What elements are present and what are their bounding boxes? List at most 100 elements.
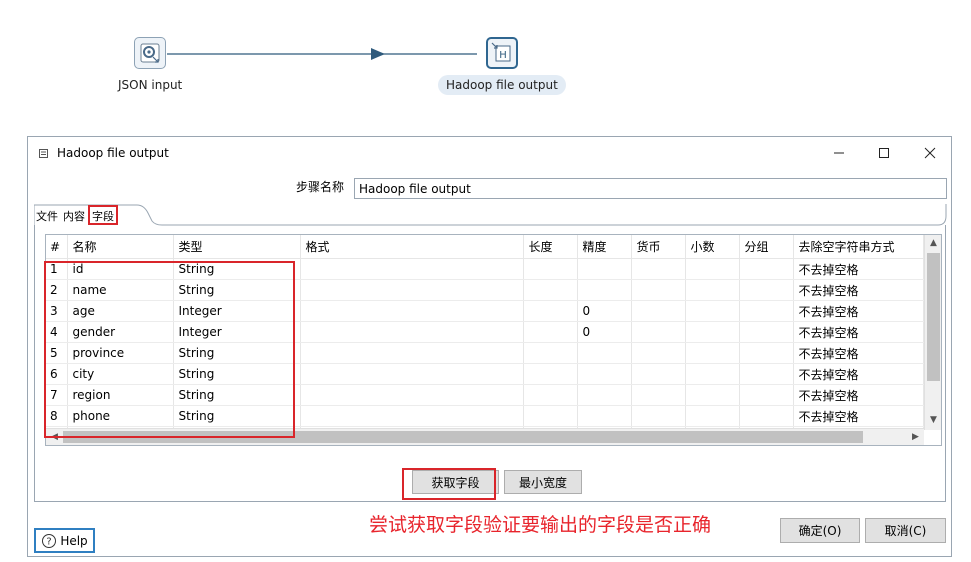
cell-name[interactable]: province	[67, 342, 174, 364]
cell-group[interactable]	[739, 258, 794, 280]
cell-index[interactable]: 6	[46, 363, 68, 385]
cell-decimal[interactable]	[685, 384, 740, 406]
table-row[interactable]: 6 city String 不去掉空格	[46, 363, 924, 385]
cell-type[interactable]: String	[173, 258, 301, 280]
cell-group[interactable]	[739, 300, 794, 322]
vertical-scroll-thumb[interactable]	[927, 253, 940, 381]
cancel-button[interactable]: 取消(C)	[865, 518, 946, 543]
ok-button[interactable]: 确定(O)	[780, 518, 860, 543]
table-row[interactable]: 2 name String 不去掉空格	[46, 279, 924, 301]
scroll-right-icon[interactable]: ▶	[907, 432, 924, 442]
cell-trim-type[interactable]: 不去掉空格	[793, 258, 924, 280]
cell-name[interactable]: phone	[67, 405, 174, 427]
table-row[interactable]: 3 age Integer 0 不去掉空格	[46, 300, 924, 322]
scroll-up-icon[interactable]: ▲	[925, 238, 941, 248]
column-header-precision[interactable]: 精度	[577, 235, 632, 259]
cell-precision[interactable]	[577, 258, 632, 280]
table-row[interactable]: 8 phone String 不去掉空格	[46, 405, 924, 427]
cell-index[interactable]: 5	[46, 342, 68, 364]
column-header-name[interactable]: 名称	[67, 235, 174, 259]
cell-length[interactable]	[523, 321, 578, 343]
cell-length[interactable]	[523, 405, 578, 427]
column-header-group[interactable]: 分组	[739, 235, 794, 259]
table-row[interactable]: 5 province String 不去掉空格	[46, 342, 924, 364]
cell-type[interactable]: String	[173, 363, 301, 385]
cell-group[interactable]	[739, 405, 794, 427]
get-fields-button[interactable]: 获取字段	[412, 470, 499, 494]
cell-trim-type[interactable]: 不去掉空格	[793, 300, 924, 322]
scroll-left-icon[interactable]: ◀	[46, 432, 63, 442]
cell-index[interactable]: 8	[46, 405, 68, 427]
cell-group[interactable]	[739, 279, 794, 301]
cell-type[interactable]: String	[173, 279, 301, 301]
cell-format[interactable]	[300, 363, 524, 385]
cell-length[interactable]	[523, 342, 578, 364]
cell-name[interactable]: city	[67, 363, 174, 385]
vertical-scrollbar[interactable]: ▲ ▼	[924, 235, 941, 430]
column-header-type[interactable]: 类型	[173, 235, 301, 259]
scroll-down-icon[interactable]: ▼	[925, 415, 941, 425]
cell-name[interactable]: region	[67, 384, 174, 406]
cell-group[interactable]	[739, 384, 794, 406]
cell-decimal[interactable]	[685, 258, 740, 280]
minimize-button[interactable]	[829, 143, 849, 163]
cell-format[interactable]	[300, 342, 524, 364]
cell-trim-type[interactable]: 不去掉空格	[793, 363, 924, 385]
cell-precision[interactable]: 0	[577, 300, 632, 322]
hadoop-file-output-step[interactable]: H Hadoop file output	[438, 37, 566, 95]
cell-decimal[interactable]	[685, 300, 740, 322]
cell-currency[interactable]	[631, 258, 686, 280]
cell-decimal[interactable]	[685, 321, 740, 343]
cell-currency[interactable]	[631, 279, 686, 301]
tab-file[interactable]: 文件	[34, 205, 60, 225]
cell-length[interactable]	[523, 300, 578, 322]
cell-decimal[interactable]	[685, 342, 740, 364]
cell-name[interactable]: id	[67, 258, 174, 280]
cell-index[interactable]: 7	[46, 384, 68, 406]
cell-format[interactable]	[300, 384, 524, 406]
table-row[interactable]: 4 gender Integer 0 不去掉空格	[46, 321, 924, 343]
cell-format[interactable]	[300, 258, 524, 280]
cell-index[interactable]: 1	[46, 258, 68, 280]
step-name-input[interactable]	[354, 178, 947, 199]
cell-name[interactable]: gender	[67, 321, 174, 343]
cell-currency[interactable]	[631, 300, 686, 322]
cell-decimal[interactable]	[685, 363, 740, 385]
cell-format[interactable]	[300, 300, 524, 322]
close-button[interactable]	[920, 143, 940, 163]
tab-fields[interactable]: 字段	[88, 205, 118, 225]
cell-trim-type[interactable]: 不去掉空格	[793, 384, 924, 406]
cell-precision[interactable]	[577, 342, 632, 364]
cell-decimal[interactable]	[685, 405, 740, 427]
cell-currency[interactable]	[631, 405, 686, 427]
cell-format[interactable]	[300, 405, 524, 427]
cell-type[interactable]: String	[173, 342, 301, 364]
cell-group[interactable]	[739, 363, 794, 385]
cell-group[interactable]	[739, 342, 794, 364]
column-header-currency[interactable]: 货币	[631, 235, 686, 259]
column-header-length[interactable]: 长度	[523, 235, 578, 259]
cell-type[interactable]: String	[173, 384, 301, 406]
cell-currency[interactable]	[631, 321, 686, 343]
cell-currency[interactable]	[631, 384, 686, 406]
horizontal-scrollbar[interactable]: ◀ ▶	[46, 428, 924, 445]
help-button[interactable]: ? Help	[34, 528, 95, 553]
cell-length[interactable]	[523, 258, 578, 280]
tab-content[interactable]: 内容	[61, 205, 87, 225]
cell-currency[interactable]	[631, 342, 686, 364]
column-header-trim-type[interactable]: 去除空字符串方式	[793, 235, 924, 259]
cell-type[interactable]: Integer	[173, 300, 301, 322]
cell-name[interactable]: name	[67, 279, 174, 301]
cell-precision[interactable]	[577, 363, 632, 385]
maximize-button[interactable]	[874, 143, 894, 163]
table-row[interactable]: 1 id String 不去掉空格	[46, 258, 924, 280]
cell-trim-type[interactable]: 不去掉空格	[793, 321, 924, 343]
min-width-button[interactable]: 最小宽度	[504, 470, 582, 494]
cell-index[interactable]: 2	[46, 279, 68, 301]
cell-length[interactable]	[523, 384, 578, 406]
cell-format[interactable]	[300, 321, 524, 343]
column-header-index[interactable]: ^ #	[46, 235, 68, 259]
cell-precision[interactable]: 0	[577, 321, 632, 343]
cell-currency[interactable]	[631, 363, 686, 385]
cell-format[interactable]	[300, 279, 524, 301]
